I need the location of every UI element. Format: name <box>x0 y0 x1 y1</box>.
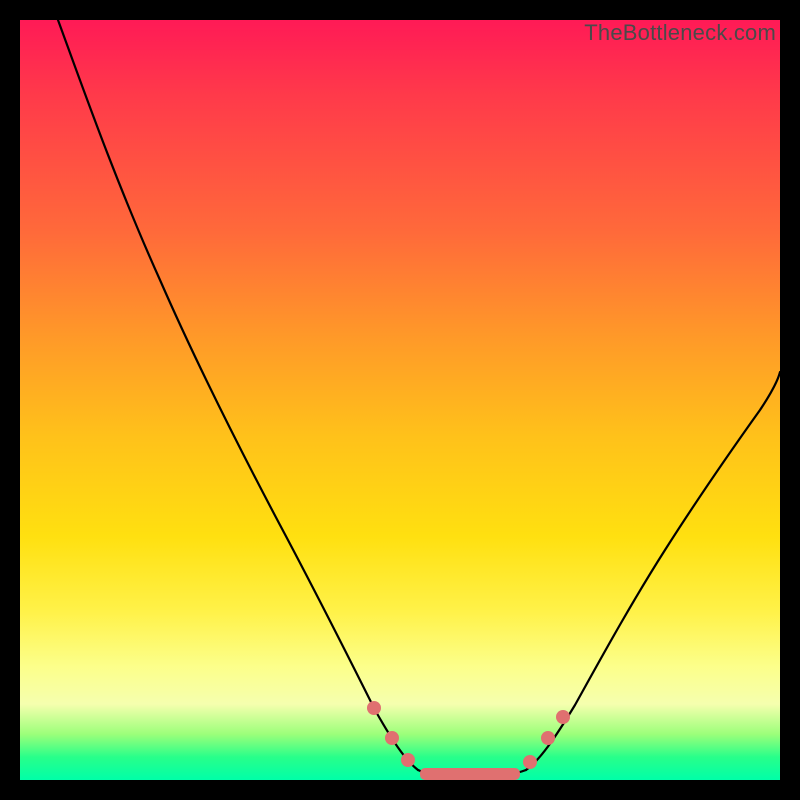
marker-dot <box>367 701 381 715</box>
plot-area: TheBottleneck.com <box>20 20 780 780</box>
outer-black-frame: TheBottleneck.com <box>0 0 800 800</box>
left-branch-path <box>58 20 418 770</box>
marker-dot <box>541 731 555 745</box>
marker-trough-bar <box>420 768 520 780</box>
marker-dot <box>523 755 537 769</box>
curve-svg <box>20 20 780 780</box>
marker-dot <box>556 710 570 724</box>
marker-dot <box>385 731 399 745</box>
marker-dot <box>401 753 415 767</box>
watermark-label: TheBottleneck.com <box>584 20 776 46</box>
